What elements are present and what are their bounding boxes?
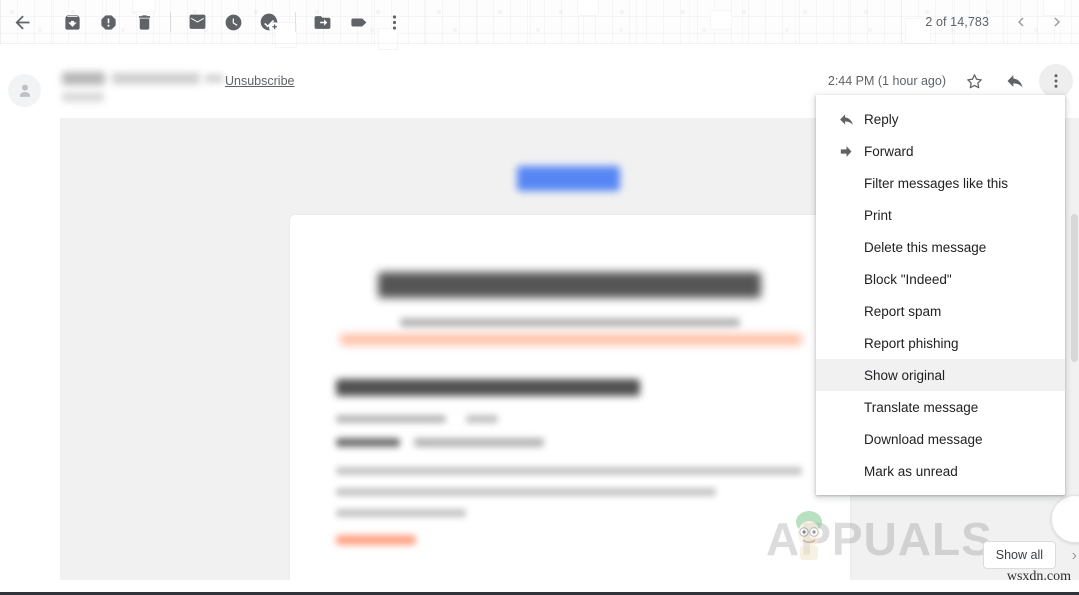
apply-link-redacted — [336, 535, 416, 545]
menu-item-label: Download message — [864, 431, 983, 447]
label-tag-icon — [350, 18, 366, 26]
star-message-button[interactable] — [957, 64, 991, 98]
more-vertical-icon — [392, 14, 396, 30]
report-spam-icon — [100, 14, 116, 30]
archive-icon — [64, 14, 80, 30]
message-timestamp: 2:44 PM (1 hour ago) — [827, 74, 946, 88]
more-options-button[interactable] — [376, 4, 412, 40]
chevron-left-icon — [1018, 17, 1024, 27]
menu-item-delete-this-message[interactable]: Delete this message — [816, 231, 1065, 263]
recipient-line-redacted — [62, 92, 104, 102]
menu-item-label: Mark as unread — [864, 463, 958, 479]
reply-button[interactable] — [998, 64, 1032, 98]
menu-item-block-sender[interactable]: Block "Indeed" — [816, 263, 1065, 295]
menu-item-filter-messages[interactable]: Filter messages like this — [816, 167, 1065, 199]
menu-item-label: Translate message — [864, 399, 979, 415]
reply-arrow-icon — [836, 109, 856, 129]
trash-icon — [138, 14, 150, 30]
menu-item-label: Delete this message — [864, 239, 987, 255]
job-description-line-2-redacted — [336, 488, 716, 496]
menu-item-label: Forward — [864, 143, 914, 159]
menu-item-label: Reply — [864, 111, 899, 127]
bottom-next-chevron[interactable]: › — [1072, 547, 1077, 565]
back-button[interactable] — [4, 4, 40, 40]
archive-button[interactable] — [54, 4, 90, 40]
menu-item-label: Report spam — [864, 303, 942, 319]
message-more-menu-button[interactable] — [1039, 64, 1073, 98]
sender-extra-redacted — [205, 74, 223, 83]
menu-item-report-spam[interactable]: Report spam — [816, 295, 1065, 327]
menu-item-label: Block "Indeed" — [864, 271, 952, 287]
avatar — [8, 74, 41, 107]
snooze-button[interactable] — [215, 4, 251, 40]
more-vertical-icon — [1054, 74, 1058, 88]
star-icon — [966, 73, 982, 88]
email-cta-bar-redacted — [340, 334, 802, 345]
body-scrollbar[interactable] — [1071, 214, 1078, 362]
add-to-tasks-icon — [260, 13, 278, 31]
mark-unread-icon — [189, 14, 205, 29]
toolbar-separator-2 — [295, 12, 296, 32]
job-company-redacted — [336, 415, 446, 423]
menu-item-show-original[interactable]: Show original — [816, 359, 1065, 391]
move-to-folder-icon — [314, 15, 330, 29]
job-salary-redacted — [414, 438, 544, 447]
menu-item-label: Print — [864, 207, 892, 223]
toolbar-separator-1 — [170, 12, 171, 32]
mark-unread-button[interactable] — [179, 4, 215, 40]
older-message-button[interactable] — [1039, 4, 1075, 40]
clock-icon — [225, 14, 241, 30]
add-to-tasks-button[interactable] — [251, 4, 287, 40]
job-rating-redacted — [466, 415, 498, 423]
forward-arrow-icon — [836, 141, 856, 161]
move-to-button[interactable] — [304, 4, 340, 40]
report-spam-button[interactable] — [90, 4, 126, 40]
labels-button[interactable] — [340, 4, 376, 40]
job-description-line-3-redacted — [336, 509, 466, 517]
menu-item-report-phishing[interactable]: Report phishing — [816, 327, 1065, 359]
sender-logo-redacted — [517, 166, 620, 191]
job-description-line-1-redacted — [336, 467, 802, 475]
menu-item-label: Filter messages like this — [864, 175, 1009, 191]
sender-name-redacted — [62, 72, 105, 85]
menu-item-reply[interactable]: Reply — [816, 103, 1065, 135]
unsubscribe-link[interactable]: Unsubscribe — [225, 74, 294, 88]
person-icon — [19, 84, 30, 97]
message-context-menu: Reply Forward Filter messages like this … — [816, 95, 1065, 495]
email-content-card — [290, 215, 850, 580]
arrow-left-icon — [15, 15, 29, 29]
email-headline-redacted — [378, 272, 761, 298]
show-all-button[interactable]: Show all — [982, 541, 1056, 569]
menu-item-label: Report phishing — [864, 335, 959, 351]
job-location-redacted — [336, 438, 400, 447]
menu-item-download-message[interactable]: Download message — [816, 423, 1065, 455]
menu-item-print[interactable]: Print — [816, 199, 1065, 231]
newer-message-button[interactable] — [1003, 4, 1039, 40]
reply-arrow-icon — [1007, 75, 1023, 88]
chevron-right-icon — [1054, 17, 1060, 27]
email-subheadline-redacted — [400, 318, 740, 327]
delete-button[interactable] — [126, 4, 162, 40]
sender-email-redacted — [112, 73, 200, 84]
menu-item-label: Show original — [864, 367, 946, 383]
message-counter: 2 of 14,783 — [925, 15, 989, 29]
menu-item-mark-as-unread[interactable]: Mark as unread — [816, 455, 1065, 487]
message-toolbar: 2 of 14,783 — [0, 0, 1079, 44]
menu-item-translate-message[interactable]: Translate message — [816, 391, 1065, 423]
menu-item-forward[interactable]: Forward — [816, 135, 1065, 167]
job-title-redacted — [336, 379, 640, 396]
gmail-message-view: 2 of 14,783 Unsubscribe 2:44 PM (1 hour … — [0, 0, 1079, 595]
